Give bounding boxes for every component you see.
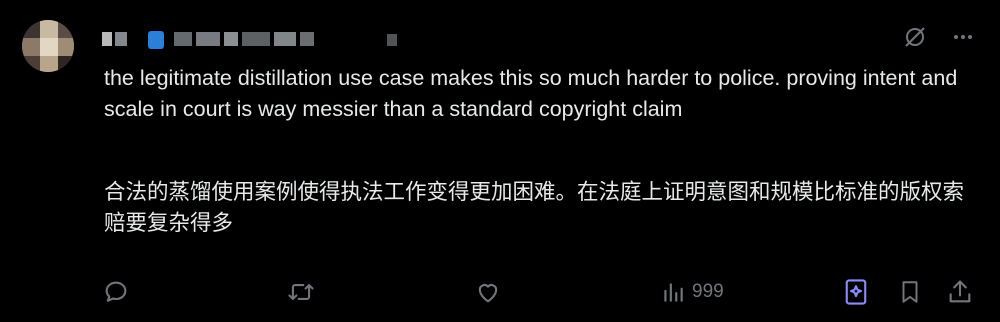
bookmark-icon <box>902 281 918 303</box>
author-handle-redacted <box>196 32 220 46</box>
avatar-pixel <box>40 38 58 56</box>
author-name-redacted <box>102 32 112 46</box>
avatar-pixel <box>58 38 74 56</box>
post-top-actions <box>900 22 978 52</box>
author-handle-redacted <box>224 32 238 46</box>
post-text-english: the legitimate distillation use case mak… <box>104 66 958 121</box>
author-name-redacted <box>115 32 127 46</box>
avatar[interactable] <box>22 20 74 72</box>
avatar-pixel <box>22 56 40 72</box>
share-button[interactable] <box>946 276 974 308</box>
avatar-pixel <box>40 56 58 72</box>
avatar-pixel <box>22 20 40 38</box>
author-handle-redacted <box>174 32 192 46</box>
bookmark-button[interactable] <box>897 276 923 308</box>
timestamp-redacted <box>387 34 397 46</box>
repost-button[interactable] <box>286 276 316 308</box>
avatar-pixel <box>40 20 58 38</box>
views-button[interactable]: 999 <box>660 276 724 308</box>
avatar-pixel <box>58 20 74 38</box>
share-icon <box>949 280 971 303</box>
views-icon <box>664 283 683 302</box>
author-handle-redacted <box>242 32 270 46</box>
author-handle-redacted <box>300 32 314 46</box>
avatar-pixel <box>22 38 40 56</box>
author-header[interactable] <box>102 26 442 54</box>
more-icon[interactable] <box>948 22 978 52</box>
verified-badge-icon <box>148 31 164 49</box>
reply-button[interactable] <box>102 276 130 308</box>
grok-slash-icon[interactable] <box>900 22 930 52</box>
views-count: 999 <box>692 281 724 302</box>
reply-icon <box>105 281 127 302</box>
grok-icon <box>845 279 867 305</box>
post-text-chinese: 合法的蒸馏使用案例使得执法工作变得更加困难。在法庭上证明意图和规模比标准的版权索… <box>104 180 965 235</box>
post-action-bar: 999 <box>102 276 982 308</box>
repost-icon <box>288 284 314 300</box>
grok-button[interactable] <box>842 276 870 308</box>
author-handle-redacted <box>274 32 296 46</box>
like-icon <box>478 284 498 303</box>
like-button[interactable] <box>474 276 502 308</box>
avatar-pixel <box>58 56 74 72</box>
